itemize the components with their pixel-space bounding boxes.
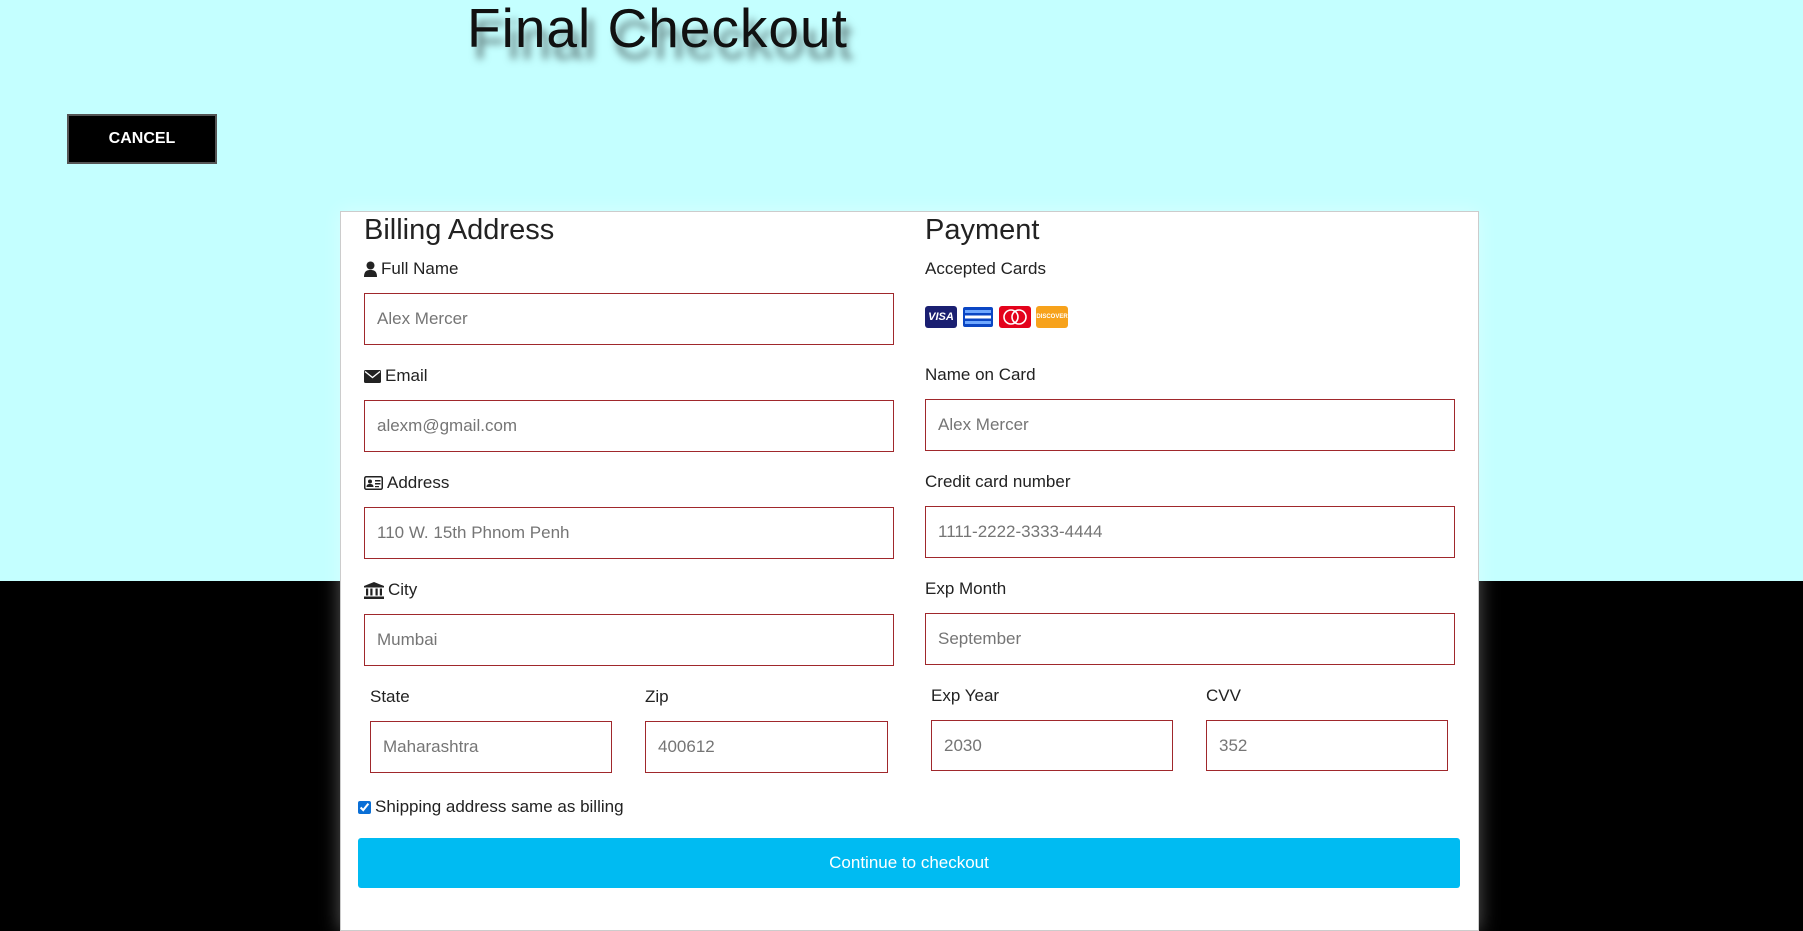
- email-input[interactable]: [364, 400, 894, 452]
- city-label: City: [364, 580, 417, 600]
- cancel-button[interactable]: CANCEL: [67, 114, 217, 164]
- exp-year-label: Exp Year: [931, 686, 1000, 705]
- state-label: State: [370, 687, 410, 706]
- user-icon: [364, 261, 377, 277]
- cvv-label: CVV: [1206, 686, 1241, 705]
- state-input[interactable]: [370, 721, 612, 773]
- discover-icon: DISCOVER: [1036, 306, 1068, 328]
- zip-label: Zip: [645, 687, 669, 706]
- visa-icon: VISA: [925, 306, 957, 328]
- zip-input[interactable]: [645, 721, 888, 773]
- card-number-input[interactable]: [925, 506, 1455, 558]
- email-label-text: Email: [385, 366, 428, 385]
- accepted-cards-label: Accepted Cards: [925, 259, 1046, 278]
- envelope-icon: [364, 369, 381, 383]
- exp-month-input[interactable]: [925, 613, 1455, 665]
- accepted-cards: VISA DISCOVER: [925, 306, 1068, 328]
- exp-year-input[interactable]: [931, 720, 1173, 771]
- address-label: Address: [364, 473, 449, 493]
- card-number-label: Credit card number: [925, 472, 1071, 491]
- email-label: Email: [364, 366, 428, 386]
- continue-to-checkout-button[interactable]: Continue to checkout: [358, 838, 1460, 888]
- address-label-text: Address: [387, 473, 450, 492]
- shipping-same-row[interactable]: Shipping address same as billing: [358, 797, 624, 817]
- address-card-icon: [364, 476, 383, 490]
- billing-heading: Billing Address: [364, 214, 555, 246]
- shipping-same-checkbox[interactable]: [358, 800, 371, 814]
- payment-heading: Payment: [925, 214, 1040, 246]
- checkout-form: Billing Address Full Name Email Address …: [340, 211, 1479, 931]
- mastercard-icon: [999, 306, 1031, 328]
- name-on-card-label: Name on Card: [925, 365, 1036, 384]
- full-name-input[interactable]: [364, 293, 894, 345]
- city-label-text: City: [388, 580, 418, 599]
- name-on-card-input[interactable]: [925, 399, 1455, 451]
- institution-icon: [364, 581, 384, 599]
- full-name-label-text: Full Name: [381, 259, 459, 278]
- address-input[interactable]: [364, 507, 894, 559]
- shipping-same-label: Shipping address same as billing: [375, 797, 624, 816]
- page-title: Final Checkout: [467, 0, 848, 59]
- exp-month-label: Exp Month: [925, 579, 1007, 598]
- amex-icon: [962, 306, 994, 328]
- city-input[interactable]: [364, 614, 894, 666]
- full-name-label: Full Name: [364, 259, 458, 279]
- cvv-input[interactable]: [1206, 720, 1448, 771]
